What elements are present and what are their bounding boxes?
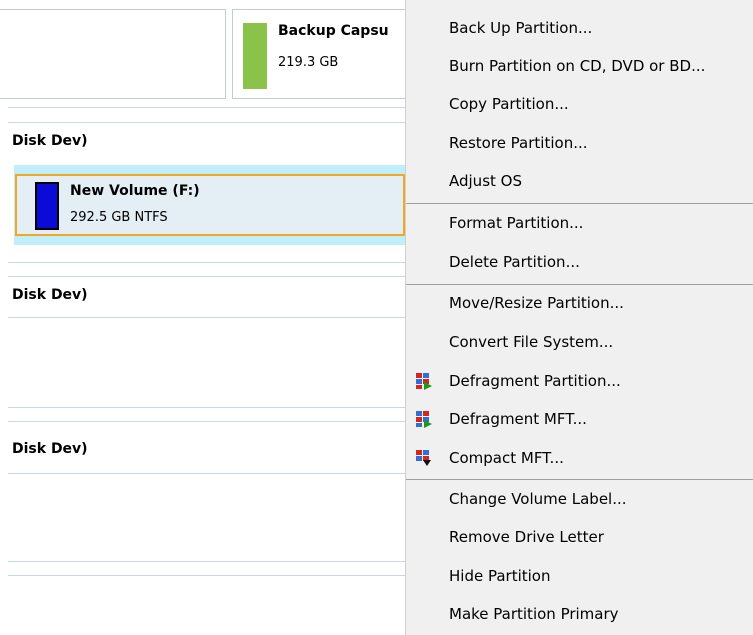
empty-partition-card[interactable] xyxy=(0,9,226,99)
menu-item-adjust-os[interactable]: Adjust OS xyxy=(406,164,753,198)
menu-item-move-resize-partition[interactable]: Move/Resize Partition... xyxy=(406,286,753,320)
selected-partition-details: 292.5 GB NTFS xyxy=(70,210,168,225)
menu-item-defragment-mft[interactable]: Defragment MFT... xyxy=(406,402,753,436)
partition-color-swatch xyxy=(243,23,267,89)
defragment-icon xyxy=(415,372,433,390)
menu-separator xyxy=(406,284,753,285)
menu-item-format-partition[interactable]: Format Partition... xyxy=(406,206,753,240)
menu-item-compact-mft[interactable]: Compact MFT... xyxy=(406,441,753,475)
menu-item-hide-partition[interactable]: Hide Partition xyxy=(406,559,753,593)
menu-item-change-volume-label[interactable]: Change Volume Label... xyxy=(406,482,753,516)
menu-item-defragment-partition[interactable]: Defragment Partition... xyxy=(406,364,753,398)
selected-partition-name: New Volume (F:) xyxy=(70,183,200,199)
backup-capsule-card[interactable]: Backup Capsu 219.3 GB xyxy=(232,9,412,99)
defragment-mft-icon xyxy=(415,410,433,428)
menu-separator xyxy=(406,203,753,204)
selected-partition[interactable]: New Volume (F:) 292.5 GB NTFS xyxy=(14,165,406,245)
partition-name: Backup Capsu xyxy=(278,23,389,39)
disk-label-2: Disk Dev) xyxy=(12,287,88,303)
menu-item-make-partition-primary[interactable]: Make Partition Primary xyxy=(406,597,753,631)
menu-item-burn-partition[interactable]: Burn Partition on CD, DVD or BD... xyxy=(406,49,753,83)
menu-item-back-up-partition[interactable]: Back Up Partition... xyxy=(406,11,753,45)
menu-separator xyxy=(406,479,753,480)
partition-size: 219.3 GB xyxy=(278,55,339,70)
disk-label-3: Disk Dev) xyxy=(12,441,88,457)
partition-context-menu: Back Up Partition... Burn Partition on C… xyxy=(405,0,753,635)
menu-item-remove-drive-letter[interactable]: Remove Drive Letter xyxy=(406,520,753,554)
partition-color-swatch xyxy=(35,182,59,230)
compact-mft-icon xyxy=(415,449,433,467)
disk-label-1: Disk Dev) xyxy=(12,133,88,149)
menu-item-copy-partition[interactable]: Copy Partition... xyxy=(406,87,753,121)
menu-item-convert-file-system[interactable]: Convert File System... xyxy=(406,325,753,359)
menu-item-delete-partition[interactable]: Delete Partition... xyxy=(406,245,753,279)
menu-item-restore-partition[interactable]: Restore Partition... xyxy=(406,126,753,160)
